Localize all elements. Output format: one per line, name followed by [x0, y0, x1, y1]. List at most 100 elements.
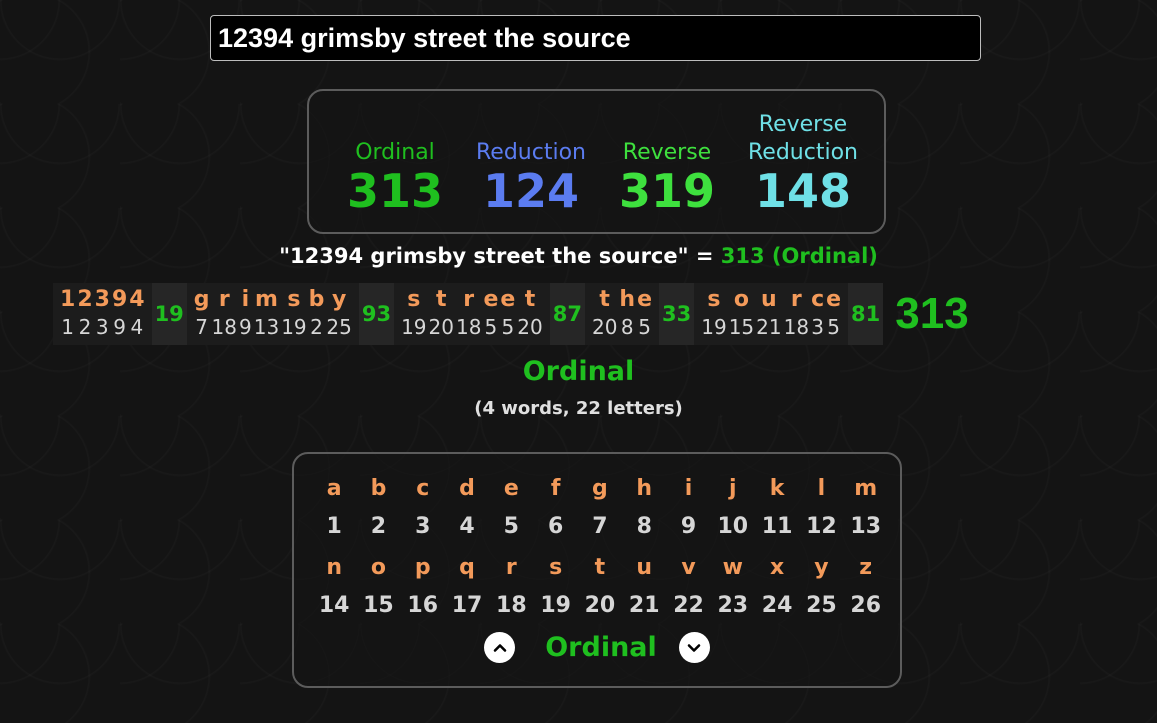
letter-char: 9 — [111, 287, 128, 312]
chart-cell: f — [550, 476, 561, 501]
chart-cell: c — [416, 476, 430, 501]
letter-value: 25 — [326, 315, 352, 339]
letter-cell: 44 — [129, 283, 144, 345]
cipher-reduction[interactable]: Reduction 124 — [461, 111, 601, 217]
letter-cell: y 25 — [326, 283, 351, 345]
chart-cell: 10 — [717, 514, 749, 539]
chart-cell: 9 — [680, 514, 697, 539]
letter-value: 5 — [484, 315, 498, 339]
letter-char: r — [463, 287, 475, 312]
chart-cell: j — [729, 476, 737, 501]
chart-cell: e — [503, 476, 519, 501]
word-block: s 19 t 20 r 18 e 5 e 5 t 20 — [394, 283, 550, 345]
chart-cell: 6 — [547, 514, 564, 539]
previous-cipher-button[interactable] — [484, 632, 516, 663]
chart-cell: 4 — [459, 514, 475, 539]
next-cipher-button[interactable] — [678, 632, 710, 663]
chart-cell: 14 — [318, 593, 350, 618]
chart-cell: v — [681, 555, 696, 580]
letter-value: 9 — [113, 315, 126, 339]
letter-cell: e5 — [637, 283, 652, 345]
letter-cell: b2 — [309, 283, 325, 345]
chart-cell: 15 — [363, 593, 394, 618]
cipher-ordinal[interactable]: Ordinal 313 — [325, 111, 465, 217]
word-sum: 81 — [848, 283, 884, 345]
chart-cell: b — [370, 476, 387, 501]
letter-value: 19 — [701, 315, 727, 339]
cipher-chart-panel: abcdefghijklm 1 2 3 4 5 6 7 8 9 10 11 12 13 nopqrstu… — [292, 452, 902, 688]
letter-char: s — [707, 287, 721, 312]
letter-cell: u 21 — [756, 283, 781, 345]
letter-value: 7 — [195, 315, 209, 339]
letter-char: b — [308, 287, 325, 312]
chart-row-values-2: 14 15 16 17 18 19 20 21 22 23 24 25 26 — [312, 593, 888, 618]
letter-char: h — [619, 287, 636, 312]
chart-cell: i — [684, 476, 693, 501]
letter-breakdown: 1 1 2 2 3 3 9 9 4 4 19 g 7 r 18 i 9 m 13 s 19 b 2 y 25 93 s 19 t 20 r 1… — [53, 283, 969, 345]
letter-cell: 33 — [95, 283, 110, 345]
letter-cell: r 18 — [456, 283, 481, 345]
letter-value: 5 — [501, 315, 515, 339]
cipher-reverse-reduction[interactable]: Reverse Reduction 148 — [733, 111, 873, 217]
letter-value: 9 — [239, 315, 252, 339]
letter-cell: e5 — [500, 283, 515, 345]
letter-char: r — [218, 287, 230, 312]
cipher-nav: Ordinal — [294, 632, 900, 663]
chart-cell: m — [854, 476, 878, 501]
chart-cell: 16 — [407, 593, 439, 618]
letter-value: 18 — [783, 315, 810, 339]
letter-value: 20 — [517, 315, 543, 339]
letter-value: 2 — [310, 315, 323, 339]
chart-cell: s — [549, 555, 563, 580]
letter-value: 18 — [211, 315, 237, 339]
letter-value: 18 — [455, 315, 482, 339]
summary-result: 313 (Ordinal) — [720, 244, 878, 268]
chart-cell: 8 — [636, 514, 652, 539]
word-sum: 19 — [151, 283, 187, 345]
word-sum: 33 — [659, 283, 695, 345]
word-block: t 20 h 8 e 5 — [584, 283, 660, 345]
chart-cell: a — [326, 476, 342, 501]
chart-cell: h — [636, 476, 653, 501]
chart-cell: 22 — [673, 593, 704, 618]
letter-cell: o 15 — [729, 283, 754, 345]
letter-char: 2 — [77, 287, 93, 312]
word-sum: 87 — [549, 283, 585, 345]
chart-cell: 2 — [370, 514, 387, 539]
chart-cell: d — [459, 476, 475, 501]
letter-value: 5 — [638, 315, 651, 339]
letter-char: t — [435, 287, 447, 312]
letter-cell: 22 — [77, 283, 92, 345]
letter-char: y — [331, 287, 347, 312]
cipher-value: 319 — [618, 164, 716, 218]
chart-cell: 21 — [628, 593, 660, 618]
chart-row-letters-2: n o p q r s t u v w x y z — [312, 555, 888, 580]
result-summary: "12394 grimsby street the source" = 313 … — [0, 244, 1157, 268]
current-cipher-title: Ordinal — [522, 356, 635, 387]
cipher-results-panel: Ordinal 313 Reduction 124 Reverse 319 Re… — [307, 89, 886, 234]
letter-value: 20 — [428, 315, 454, 339]
word-letter-count: (4 words, 22 letters) — [474, 398, 683, 419]
letter-value: 3 — [811, 315, 824, 339]
cipher-name: Reverse Reduction — [748, 112, 858, 165]
letter-char: g — [193, 287, 210, 312]
letter-cell: g7 — [194, 283, 210, 345]
chart-cell: u — [636, 555, 653, 580]
chart-cell: z — [859, 555, 873, 580]
chart-cell: r — [505, 555, 517, 580]
cipher-reverse[interactable]: Reverse 319 — [597, 111, 737, 217]
letter-char: t — [524, 287, 536, 312]
letter-cell: e5 — [826, 283, 841, 345]
chart-cell: 13 — [850, 514, 882, 539]
letter-value: 19 — [401, 315, 427, 339]
letter-char: 4 — [129, 287, 145, 312]
chart-cell: 25 — [806, 593, 837, 618]
cipher-name: Reduction — [476, 140, 586, 165]
word-block: g 7 r 18 i 9 m 13 s 19 b 2 y 25 — [186, 283, 359, 345]
letter-value: 15 — [728, 315, 755, 339]
letter-char: 1 — [60, 287, 76, 312]
phrase-input[interactable] — [210, 15, 981, 61]
letter-value: 5 — [827, 315, 840, 339]
chart-cell: w — [722, 555, 743, 580]
letter-char: e — [637, 287, 653, 312]
